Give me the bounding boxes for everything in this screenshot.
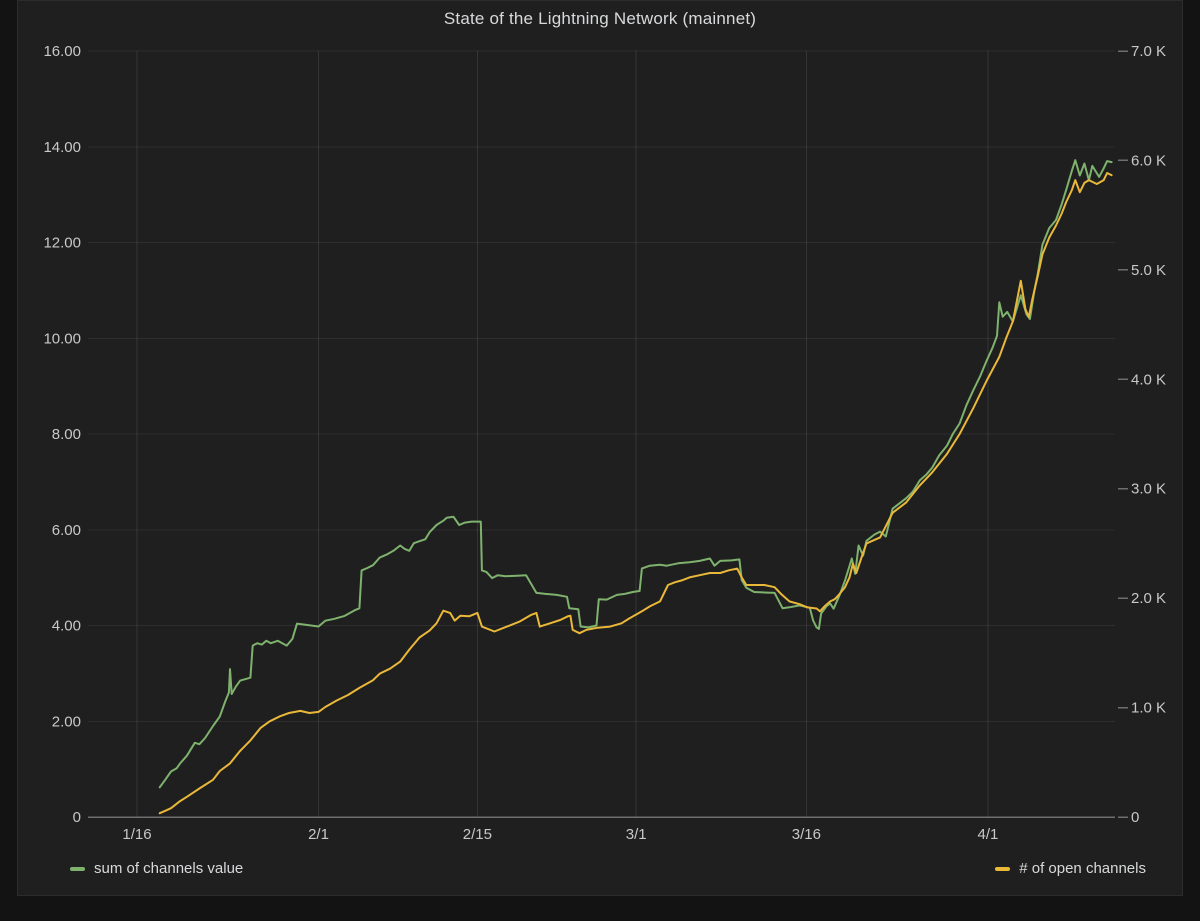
y-left-tick-label: 14.00 — [43, 139, 81, 156]
y-left-tick-label: 4.00 — [52, 618, 81, 635]
y-right-tick-label: 5.0 K — [1131, 262, 1166, 279]
x-axis-labels: 1/16 2/1 2/15 3/1 3/16 4/1 — [122, 826, 998, 843]
legend-item-open-channels[interactable]: # of open channels — [995, 860, 1146, 877]
series-line-sum-of-channels-value — [158, 159, 1113, 789]
y-right-tick-label: 4.0 K — [1131, 371, 1166, 388]
y-right-tick-label: 3.0 K — [1131, 481, 1166, 498]
line-chart[interactable]: 16.0014.0012.0010.008.006.004.002.0007.0… — [0, 0, 1200, 921]
y-left-tick-label: 12.00 — [43, 235, 81, 252]
x-tick-label: 4/1 — [977, 826, 998, 843]
y-axis-left-labels: 16.00 14.00 12.00 10.00 8.00 6.00 4.00 2.00 0 — [43, 43, 81, 826]
x-tick-label: 2/15 — [463, 826, 492, 843]
y-axis-right-labels: 7.0 K 6.0 K 5.0 K 4.0 K 3.0 K 2.0 K 1.0 K 0 — [1131, 43, 1166, 826]
y-right-tick-label: 0 — [1131, 809, 1139, 826]
x-tick-label: 2/1 — [308, 826, 329, 843]
series-line-open-channels — [158, 172, 1113, 815]
legend-swatch-yellow-icon — [995, 866, 1011, 871]
legend-label-open-channels: # of open channels — [1019, 860, 1146, 877]
x-tick-label: 3/16 — [792, 826, 821, 843]
legend-item-sum-of-channels-value[interactable]: sum of channels value — [70, 860, 243, 877]
legend: sum of channels value # of open channels — [70, 860, 1146, 877]
x-tick-label: 1/16 — [122, 826, 151, 843]
y-right-tick-label: 1.0 K — [1131, 700, 1166, 717]
y-left-tick-label: 0 — [73, 809, 81, 826]
y-left-tick-label: 8.00 — [52, 426, 81, 443]
y-right-tick-label: 2.0 K — [1131, 590, 1166, 607]
y-right-tick-label: 6.0 K — [1131, 152, 1166, 169]
y-right-tick-label: 7.0 K — [1131, 43, 1166, 60]
y-left-tick-label: 2.00 — [52, 713, 81, 730]
legend-swatch-green-icon — [70, 866, 85, 871]
legend-label-sum-of-channels-value: sum of channels value — [94, 860, 244, 877]
y-left-tick-label: 16.00 — [43, 43, 81, 60]
y-axis-right-ticks — [1118, 50, 1128, 818]
y-left-tick-label: 10.00 — [43, 330, 81, 347]
grid-lines — [88, 50, 1115, 817]
x-tick-label: 3/1 — [626, 826, 647, 843]
y-left-tick-label: 6.00 — [52, 522, 81, 539]
